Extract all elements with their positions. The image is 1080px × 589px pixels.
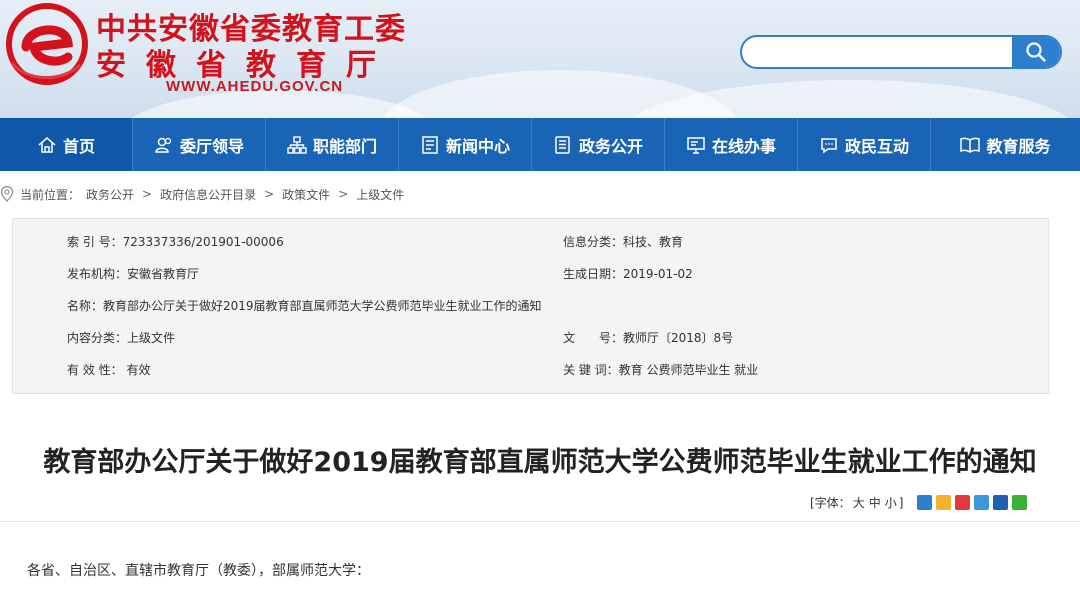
search-box — [740, 35, 1062, 69]
info-category: 信息分类：科技、教育 — [563, 235, 684, 249]
home-icon — [38, 136, 56, 153]
divider — [0, 521, 1080, 522]
nav-item-label: 职能部门 — [312, 136, 377, 156]
font-size-medium-button[interactable]: 中 — [869, 494, 881, 511]
nav-item-label: 政务公开 — [578, 136, 643, 156]
breadcrumb: 当前位置： 政务公开 > 政府信息公开目录 > 政策文件 > 上级文件 — [0, 185, 404, 203]
breadcrumb-separator: > — [264, 187, 275, 201]
breadcrumb-item[interactable]: 政策文件 — [282, 186, 330, 203]
font-size-prefix: [字体： — [810, 496, 851, 510]
info-publisher: 发布机构：安徽省教育厅 — [67, 267, 200, 281]
share-bar — [917, 495, 1028, 510]
book-icon — [960, 137, 981, 153]
info-doc-no: 文 号：教师厅〔2018〕8号 — [563, 329, 733, 346]
location-pin-icon — [0, 186, 14, 202]
search-button[interactable] — [1012, 37, 1060, 67]
font-size-large-button[interactable]: 大 — [853, 494, 865, 511]
info-doc-no-value: 教师厅〔2018〕8号 — [623, 331, 734, 345]
search-icon — [1026, 42, 1046, 62]
ahedu-e-logo-icon[interactable] — [6, 3, 88, 85]
nav-item-home[interactable]: 首页 — [0, 118, 133, 171]
nav-item-interaction[interactable]: 政民互动 — [798, 118, 931, 171]
font-size-suffix: ] — [898, 495, 904, 510]
document-list-icon — [555, 135, 570, 154]
article-title: 教育部办公厅关于做好2019届教育部直属师范大学公费师范毕业生就业工作的通知 — [43, 447, 1037, 478]
info-doc-no-label: 文 号： — [563, 331, 624, 345]
breadcrumb-separator: > — [338, 187, 349, 201]
chat-icon — [821, 137, 837, 153]
site-header: 中共安徽省委教育工委 安徽省教育厅 WWW.AHEDU.GOV.CN — [0, 0, 1080, 118]
nav-item-departments[interactable]: 职能部门 — [266, 118, 399, 171]
share-plus-icon[interactable] — [917, 495, 933, 510]
org-chart-icon — [287, 135, 307, 154]
info-date: 生成日期：2019-01-02 — [563, 267, 693, 281]
wechat-icon[interactable] — [1012, 495, 1028, 510]
monitor-icon — [687, 136, 705, 154]
info-content-type: 内容分类：上级文件 — [67, 331, 176, 345]
nav-item-gov-affairs[interactable]: 政务公开 — [532, 118, 665, 171]
breadcrumb-item[interactable]: 政府信息公开目录 — [160, 186, 256, 203]
nav-item-label: 新闻中心 — [445, 136, 510, 156]
nav-item-label: 政民互动 — [844, 136, 909, 156]
main-nav: 首页 委厅领导 职能部门 新闻中心 政务公开 在线办事 政民互动 教育服务 — [0, 118, 1080, 171]
renren-icon[interactable] — [993, 495, 1009, 510]
article-tools: [字体： 大 中 小 ] — [810, 494, 1028, 511]
site-url: WWW.AHEDU.GOV.CN — [166, 78, 344, 95]
document-info-panel: 索 引 号：723337336/201901-00006 信息分类：科技、教育 … — [12, 218, 1049, 394]
nav-item-online-services[interactable]: 在线办事 — [665, 118, 798, 171]
nav-item-leaders[interactable]: 委厅领导 — [133, 118, 266, 171]
nav-item-label: 教育服务 — [986, 136, 1051, 156]
news-icon — [422, 135, 438, 154]
leaders-icon — [155, 137, 172, 153]
nav-item-news[interactable]: 新闻中心 — [399, 118, 532, 171]
info-index-no: 索 引 号：723337336/201901-00006 — [67, 235, 284, 249]
breadcrumb-prefix: 当前位置： — [20, 187, 81, 202]
nav-item-label: 委厅领导 — [179, 136, 244, 156]
article-salutation: 各省、自治区、直辖市教育厅（教委），部属师范大学： — [27, 563, 370, 579]
nav-item-label: 在线办事 — [711, 136, 776, 156]
info-keywords: 关 键 词：教育 公费师范毕业生 就业 — [563, 363, 759, 377]
info-name: 名称：教育部办公厅关于做好2019届教育部直属师范大学公费师范毕业生就业工作的通… — [67, 299, 542, 313]
search-input[interactable] — [742, 37, 1014, 67]
nav-item-label: 首页 — [62, 136, 95, 156]
font-size-small-button[interactable]: 小 — [885, 494, 897, 511]
mountain-decoration — [620, 80, 1080, 118]
breadcrumb-separator: > — [142, 187, 153, 201]
weibo-icon[interactable] — [955, 495, 971, 510]
breadcrumb-item[interactable]: 上级文件 — [356, 186, 404, 203]
breadcrumb-item[interactable]: 政务公开 — [86, 186, 134, 203]
qzone-icon[interactable] — [936, 495, 952, 510]
tencent-weibo-icon[interactable] — [974, 495, 990, 510]
info-validity: 有 效 性： 有效 — [67, 363, 151, 377]
nav-item-edu-services[interactable]: 教育服务 — [931, 118, 1080, 171]
